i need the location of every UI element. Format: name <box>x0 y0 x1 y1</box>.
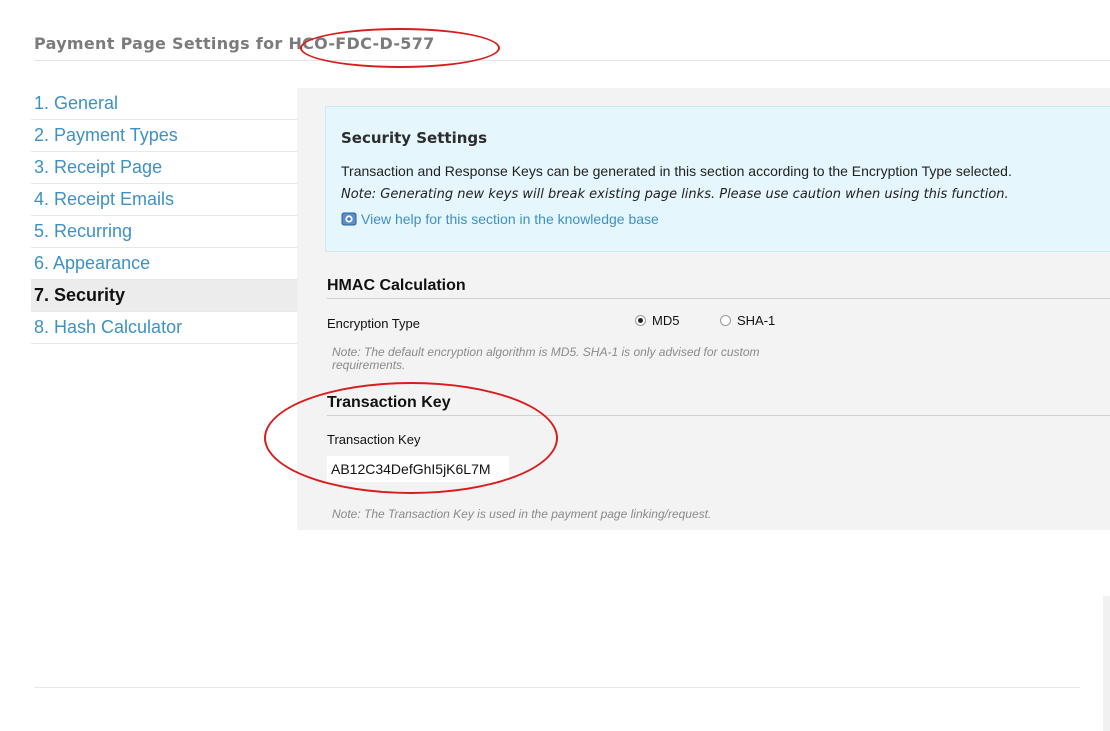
transaction-key-label: Transaction Key <box>327 432 421 447</box>
radio-md5-indicator[interactable] <box>635 315 646 326</box>
encryption-type-label: Encryption Type <box>327 316 420 331</box>
scrollbar[interactable] <box>1103 596 1110 731</box>
radio-md5[interactable]: MD5 <box>635 313 679 328</box>
sidebar-item-general[interactable]: 1. General <box>31 88 297 120</box>
sidebar-item-hash-calculator[interactable]: 8. Hash Calculator <box>31 312 297 344</box>
knowledge-base-icon <box>341 212 357 226</box>
title-divider <box>34 60 1110 61</box>
transaction-key-heading: Transaction Key <box>327 391 1110 416</box>
page-title: Payment Page Settings for HCO-FDC-D-577 <box>34 34 435 53</box>
hmac-note-line2: requirements. <box>332 358 406 372</box>
help-link-text[interactable]: View help for this section in the knowle… <box>361 211 659 227</box>
security-info-box: Security Settings Transaction and Respon… <box>325 106 1110 252</box>
help-link[interactable]: View help for this section in the knowle… <box>341 211 659 227</box>
radio-sha1-indicator[interactable] <box>720 315 731 326</box>
sidebar-item-recurring[interactable]: 5. Recurring <box>31 216 297 248</box>
sidebar-item-receipt-emails[interactable]: 4. Receipt Emails <box>31 184 297 216</box>
transaction-key-field[interactable] <box>327 456 509 482</box>
radio-md5-label: MD5 <box>652 313 680 328</box>
security-settings-title: Security Settings <box>341 129 488 147</box>
security-settings-description: Transaction and Response Keys can be gen… <box>341 163 1012 179</box>
hmac-calculation-heading: HMAC Calculation <box>327 274 1110 299</box>
sidebar-item-appearance[interactable]: 6. Appearance <box>31 248 297 280</box>
hmac-note: Note: The default encryption algorithm i… <box>332 346 760 372</box>
settings-content-panel: Security Settings Transaction and Respon… <box>297 88 1110 530</box>
sidebar-item-payment-types[interactable]: 2. Payment Types <box>31 120 297 152</box>
radio-sha1[interactable]: SHA-1 <box>720 313 775 328</box>
bottom-divider <box>34 687 1080 688</box>
transaction-key-note: Note: The Transaction Key is used in the… <box>332 507 712 521</box>
sidebar-item-security[interactable]: 7. Security <box>31 280 297 312</box>
radio-sha1-label: SHA-1 <box>737 313 776 328</box>
sidebar-item-receipt-page[interactable]: 3. Receipt Page <box>31 152 297 184</box>
security-settings-warning-note: Note: Generating new keys will break exi… <box>341 187 1009 202</box>
sidebar-nav: 1. General 2. Payment Types 3. Receipt P… <box>31 88 297 344</box>
